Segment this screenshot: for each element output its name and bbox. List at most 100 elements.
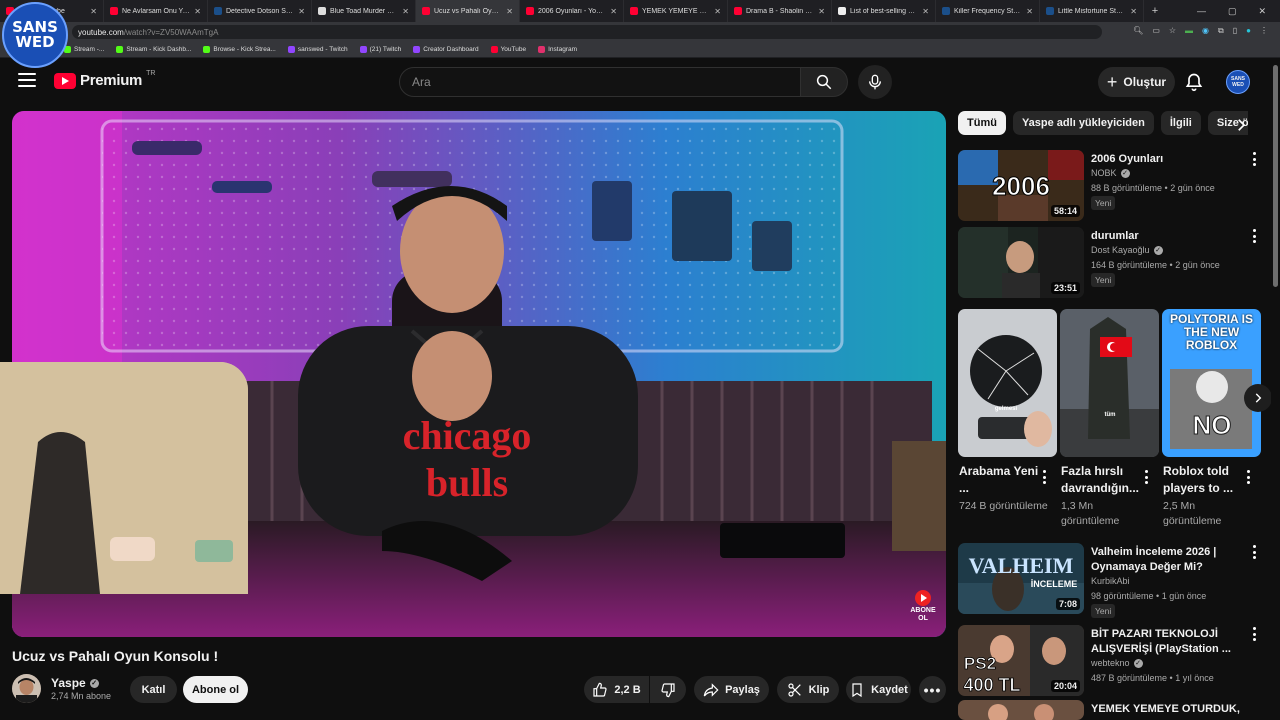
bookmark-item[interactable]: Stream - Kick Dashb... [116, 46, 191, 53]
more-vertical-icon[interactable] [1252, 545, 1256, 559]
subscribe-watermark[interactable]: ABONE OL [906, 590, 940, 622]
clip-button[interactable]: Klip [777, 676, 839, 703]
thumbnail-text: VALHEIM [969, 553, 1074, 578]
bookmark-item[interactable]: sanswed - Twitch [287, 46, 348, 53]
browser-tab[interactable]: Killer Frequency Steam'de ✕ [936, 0, 1040, 22]
browser-tab[interactable]: List of best-selling game ✕ [832, 0, 936, 22]
recommendation-thumbnail[interactable] [958, 700, 1084, 720]
short-thumbnail-image: POLYTORIA IS THE NEW ROBLOX NO [1162, 309, 1261, 457]
tab-close-icon[interactable]: ✕ [1130, 7, 1137, 16]
extensions-icon[interactable]: ⧉ [1218, 26, 1224, 36]
tab-close-icon[interactable]: ✕ [506, 7, 513, 16]
tab-close-icon[interactable]: ✕ [610, 7, 617, 16]
browser-tab[interactable]: Drama B - Shaolin Style (I ✕ [728, 0, 832, 22]
bookmark-item[interactable]: Browse - Kick Strea... [203, 46, 276, 53]
like-button[interactable]: 2,2 B [584, 676, 649, 703]
extension-ai-icon[interactable]: ◉ [1202, 26, 1209, 36]
more-vertical-icon[interactable] [1252, 229, 1256, 243]
short-thumbnail-no-text: NO [1193, 410, 1232, 440]
recommendation-thumbnail[interactable]: 23:51 [958, 227, 1084, 298]
url-field[interactable]: youtube.com/watch?v=ZV50WAAmTgA [72, 25, 1102, 39]
more-actions-button[interactable]: ••• [919, 676, 946, 703]
more-vertical-icon[interactable] [1042, 470, 1046, 484]
browser-tab[interactable]: YEMEK YEMEYE OTURDUK ✕ [624, 0, 728, 22]
recommendation-item[interactable]: VALHEIM İNCELEME 7:08 Valheim İnceleme 2… [958, 543, 1258, 618]
tab-close-icon[interactable]: ✕ [90, 7, 97, 16]
recommendation-item[interactable]: PS2 400 TL 20:04 BİT PAZARI TEKNOLOJİ AL… [958, 625, 1258, 697]
browser-tab[interactable]: Ucuz vs Pahalı Oyun K ✕ [416, 0, 520, 22]
profile-icon[interactable]: ● [1246, 26, 1251, 36]
save-button[interactable]: Kaydet [846, 676, 911, 703]
browser-tab[interactable]: Blue Toad Murder Mystery ✕ [312, 0, 416, 22]
chevron-right-icon[interactable] [1232, 116, 1250, 134]
more-vertical-icon[interactable] [1252, 152, 1256, 166]
search-input[interactable]: Ara [399, 67, 801, 97]
filter-chip[interactable]: Tümü [958, 111, 1006, 135]
channel-avatar[interactable] [12, 674, 41, 703]
short-thumbnail[interactable]: POLYTORIA IS THE NEW ROBLOX NO [1162, 309, 1261, 457]
channel-name[interactable]: Yaspe ✓ [51, 676, 99, 690]
bookmark-item[interactable]: YouTube [490, 46, 526, 53]
recommendation-item[interactable]: 2006 58:14 2006 Oyunları NOBK ✓ 88 B görü… [958, 150, 1258, 221]
cast-icon[interactable]: ▭ [1152, 26, 1160, 36]
new-tab-button[interactable]: + [1144, 5, 1166, 17]
filter-chip[interactable]: İlgili [1160, 111, 1201, 135]
more-vertical-icon[interactable] [1252, 627, 1256, 641]
dislike-button[interactable] [650, 676, 686, 703]
subscribe-button[interactable]: Abone ol [183, 676, 248, 703]
menu-icon[interactable]: ⋮ [1260, 26, 1268, 36]
tab-close-icon[interactable]: ✕ [922, 7, 929, 16]
notifications-bell-icon[interactable] [1184, 71, 1204, 93]
short-thumbnail[interactable]: tüm [1060, 309, 1159, 457]
recommendation-meta: 487 B görüntüleme • 1 yıl önce [1091, 673, 1214, 683]
bookmark-item[interactable]: Instagram [538, 46, 577, 53]
page-scrollbar[interactable] [1271, 59, 1280, 720]
tab-close-icon[interactable]: ✕ [194, 7, 201, 16]
bookmark-item[interactable]: Creator Dashboard [413, 46, 479, 53]
short-title: Arabama Yeni ... [959, 464, 1039, 495]
recommendation-thumbnail[interactable]: 2006 58:14 [958, 150, 1084, 221]
search-button[interactable] [800, 67, 848, 97]
maximize-icon[interactable]: ▢ [1228, 6, 1237, 17]
sidebar-icon[interactable]: ▯ [1233, 26, 1237, 36]
create-button[interactable]: + Oluştur [1098, 67, 1175, 97]
tab-close-icon[interactable]: ✕ [402, 7, 409, 16]
star-icon[interactable]: ☆ [1169, 26, 1176, 36]
browser-tab[interactable]: Detective Dotson Steam'de✕ [208, 0, 312, 22]
voice-search-button[interactable] [858, 65, 892, 99]
tab-close-icon[interactable]: ✕ [1026, 7, 1033, 16]
browser-tab[interactable]: 2006 Oyunları - YouTube ✕ [520, 0, 624, 22]
short-item[interactable]: tüm Fazla hırslı davrandığın... 1,3 Mn g… [1060, 309, 1160, 527]
short-thumbnail[interactable]: gelmesi [958, 309, 1057, 457]
browser-tab[interactable]: Little Misfortune Steam'de ✕ [1040, 0, 1144, 22]
bookmark-item[interactable]: Stream -... [64, 46, 104, 53]
tab-close-icon[interactable]: ✕ [298, 7, 305, 16]
shorts-next-button[interactable] [1244, 384, 1272, 412]
more-vertical-icon[interactable] [1144, 470, 1148, 484]
filter-chip[interactable]: Yaspe adlı yükleyiciden [1012, 111, 1154, 135]
scrollbar-thumb[interactable] [1273, 65, 1278, 287]
account-avatar[interactable]: SANS WED [1226, 70, 1250, 94]
menu-hamburger-icon[interactable] [18, 73, 36, 87]
short-item[interactable]: gelmesi Arabama Yeni ... 724 B görüntüle… [958, 309, 1058, 512]
microphone-icon [869, 74, 881, 90]
recommendation-item[interactable]: 23:51 durumlar Dost Kayaoğlu ✓ 164 B görü… [958, 227, 1258, 298]
join-button[interactable]: Katıl [130, 676, 177, 703]
close-window-icon[interactable]: ✕ [1258, 6, 1266, 17]
recommendation-item[interactable]: YEMEK YEMEYE OTURDUK, [958, 700, 1258, 720]
tab-favicon-icon [214, 7, 222, 15]
tab-close-icon[interactable]: ✕ [714, 7, 721, 16]
stream-logo-line2: WED [15, 33, 55, 51]
share-button[interactable]: Paylaş [694, 676, 769, 703]
tab-close-icon[interactable]: ✕ [818, 7, 825, 16]
extension-green-icon[interactable]: ▬ [1185, 26, 1193, 36]
bookmark-item[interactable]: (21) Twitch [359, 46, 401, 53]
browser-tab[interactable]: Ne Avlarsam Onu Yedim ✕ [104, 0, 208, 22]
recommendation-thumbnail[interactable]: VALHEIM İNCELEME 7:08 [958, 543, 1084, 614]
zoom-icon[interactable]: 🔍︎ [1133, 26, 1143, 36]
short-item[interactable]: POLYTORIA IS THE NEW ROBLOX NO Roblox to… [1162, 309, 1262, 527]
recommendation-thumbnail[interactable]: PS2 400 TL 20:04 [958, 625, 1084, 696]
youtube-premium-logo[interactable]: Premium TR [54, 70, 155, 89]
more-vertical-icon[interactable] [1246, 470, 1250, 484]
minimize-icon[interactable]: — [1197, 6, 1206, 16]
